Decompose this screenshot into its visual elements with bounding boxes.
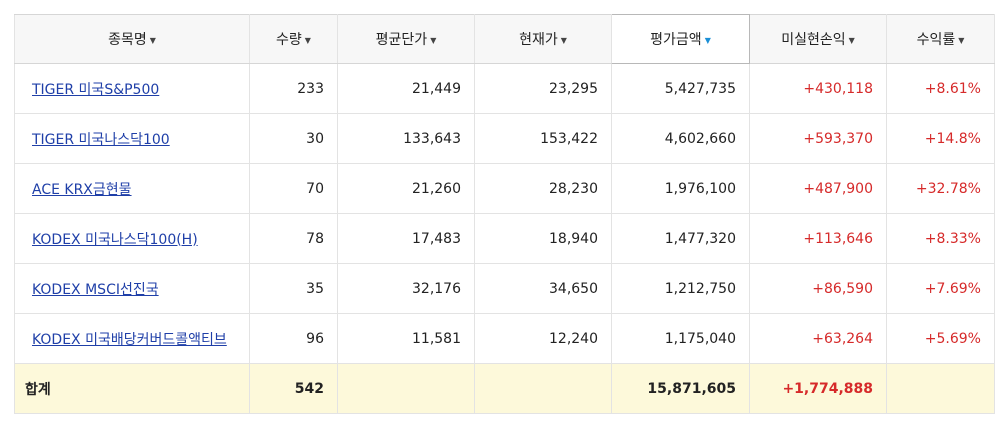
cell-current-price: 34,650	[474, 263, 612, 314]
cell-valuation: 1,175,040	[611, 313, 750, 364]
cell-average-price: 21,449	[337, 63, 475, 114]
column-header-average-price[interactable]: 평균단가 ▼	[337, 14, 475, 64]
stock-link[interactable]: ACE KRX금현물	[32, 182, 132, 198]
cell-return-rate: +7.69%	[886, 263, 995, 314]
total-empty-cell	[337, 363, 475, 414]
header-row: 종목명 ▼ 수량 ▼ 평균단가 ▼ 현재가 ▼ 평가금액 ▼ 미실현손익 ▼ 수익률 ▼	[14, 14, 995, 64]
cell-current-price: 23,295	[474, 63, 612, 114]
cell-stock-name: TIGER 미국S&P500	[14, 63, 250, 114]
total-row: 합계 542 15,871,605 +1,774,888	[14, 363, 995, 414]
cell-unrealized-pnl: +113,646	[749, 213, 887, 264]
cell-current-price: 12,240	[474, 313, 612, 364]
total-valuation: 15,871,605	[611, 363, 750, 414]
stock-link[interactable]: KODEX MSCI선진국	[32, 282, 159, 298]
cell-quantity: 35	[249, 263, 338, 314]
cell-stock-name: KODEX 미국나스닥100(H)	[14, 213, 250, 264]
cell-current-price: 153,422	[474, 113, 612, 164]
column-header-label: 수량	[276, 32, 302, 48]
table-row: ACE KRX금현물 70 21,260 28,230 1,976,100 +4…	[14, 163, 995, 214]
cell-unrealized-pnl: +63,264	[749, 313, 887, 364]
cell-stock-name: ACE KRX금현물	[14, 163, 250, 214]
caret-down-icon: ▼	[704, 36, 711, 45]
stock-link[interactable]: TIGER 미국S&P500	[32, 82, 159, 98]
caret-down-icon: ▼	[560, 36, 567, 45]
cell-quantity: 96	[249, 313, 338, 364]
table-row: KODEX 미국나스닥100(H) 78 17,483 18,940 1,477…	[14, 213, 995, 264]
column-header-label: 수익률	[916, 32, 956, 48]
cell-return-rate: +8.33%	[886, 213, 995, 264]
caret-down-icon: ▼	[958, 36, 965, 45]
caret-down-icon: ▼	[848, 36, 855, 45]
stock-link[interactable]: KODEX 미국배당커버드콜액티브	[32, 332, 227, 348]
cell-average-price: 133,643	[337, 113, 475, 164]
cell-average-price: 11,581	[337, 313, 475, 364]
cell-stock-name: KODEX 미국배당커버드콜액티브	[14, 313, 250, 364]
column-header-label: 미실현손익	[781, 32, 846, 48]
cell-stock-name: TIGER 미국나스닥100	[14, 113, 250, 164]
table-row: TIGER 미국나스닥100 30 133,643 153,422 4,602,…	[14, 113, 995, 164]
stock-link[interactable]: KODEX 미국나스닥100(H)	[32, 232, 198, 248]
cell-average-price: 21,260	[337, 163, 475, 214]
stock-link[interactable]: TIGER 미국나스닥100	[32, 132, 170, 148]
cell-current-price: 18,940	[474, 213, 612, 264]
cell-stock-name: KODEX MSCI선진국	[14, 263, 250, 314]
column-header-quantity[interactable]: 수량 ▼	[249, 14, 338, 64]
column-header-label: 평균단가	[375, 32, 428, 48]
column-header-current-price[interactable]: 현재가 ▼	[474, 14, 612, 64]
cell-current-price: 28,230	[474, 163, 612, 214]
column-header-label: 현재가	[519, 32, 558, 48]
caret-down-icon: ▼	[304, 36, 311, 45]
column-header-label: 종목명	[108, 32, 147, 48]
total-label: 합계	[14, 363, 250, 414]
cell-unrealized-pnl: +487,900	[749, 163, 887, 214]
total-quantity: 542	[249, 363, 338, 414]
cell-quantity: 78	[249, 213, 338, 264]
cell-valuation: 4,602,660	[611, 113, 750, 164]
column-header-unrealized-pnl[interactable]: 미실현손익 ▼	[749, 14, 887, 64]
cell-return-rate: +8.61%	[886, 63, 995, 114]
cell-return-rate: +5.69%	[886, 313, 995, 364]
total-empty-cell	[474, 363, 612, 414]
cell-return-rate: +14.8%	[886, 113, 995, 164]
caret-down-icon: ▼	[430, 36, 437, 45]
cell-valuation: 1,477,320	[611, 213, 750, 264]
caret-down-icon: ▼	[149, 36, 156, 45]
cell-unrealized-pnl: +593,370	[749, 113, 887, 164]
cell-average-price: 17,483	[337, 213, 475, 264]
cell-valuation: 5,427,735	[611, 63, 750, 114]
cell-unrealized-pnl: +430,118	[749, 63, 887, 114]
cell-quantity: 30	[249, 113, 338, 164]
column-header-return-rate[interactable]: 수익률 ▼	[886, 14, 995, 64]
cell-return-rate: +32.78%	[886, 163, 995, 214]
portfolio-table: 종목명 ▼ 수량 ▼ 평균단가 ▼ 현재가 ▼ 평가금액 ▼ 미실현손익 ▼ 수익률 ▼ TI…	[14, 14, 995, 414]
table-row: KODEX 미국배당커버드콜액티브 96 11,581 12,240 1,175…	[14, 313, 995, 364]
column-header-stock-name[interactable]: 종목명 ▼	[14, 14, 250, 64]
cell-quantity: 233	[249, 63, 338, 114]
cell-unrealized-pnl: +86,590	[749, 263, 887, 314]
table-row: TIGER 미국S&P500 233 21,449 23,295 5,427,7…	[14, 63, 995, 114]
column-header-label: 평가금액	[650, 32, 702, 48]
cell-valuation: 1,212,750	[611, 263, 750, 314]
cell-average-price: 32,176	[337, 263, 475, 314]
total-empty-cell	[886, 363, 995, 414]
total-unrealized-pnl: +1,774,888	[749, 363, 887, 414]
table-row: KODEX MSCI선진국 35 32,176 34,650 1,212,750…	[14, 263, 995, 314]
column-header-valuation[interactable]: 평가금액 ▼	[611, 14, 750, 64]
cell-valuation: 1,976,100	[611, 163, 750, 214]
cell-quantity: 70	[249, 163, 338, 214]
